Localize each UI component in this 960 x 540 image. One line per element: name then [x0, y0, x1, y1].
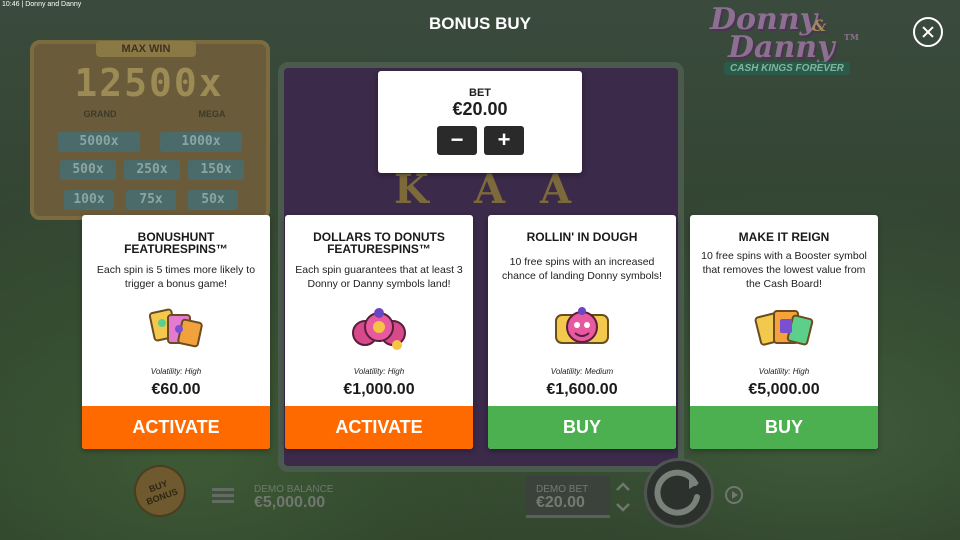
- buy-button[interactable]: BUY: [690, 406, 878, 449]
- reel-symbol: A: [540, 166, 572, 213]
- jackpot-value: 50x: [188, 190, 238, 210]
- jackpot-value: 75x: [126, 190, 176, 210]
- card-title-line1: ROLLIN' IN DOUGH: [526, 230, 638, 244]
- decrease-bet-button[interactable]: −: [437, 126, 477, 155]
- grand-label: GRAND: [83, 109, 117, 119]
- jackpot-value: 500x: [60, 160, 116, 180]
- window-title: 10:46 | Donny and Danny: [2, 1, 82, 8]
- mega-label: MEGA: [198, 109, 226, 119]
- card-title-line2: FEATURESPINS™: [327, 242, 431, 256]
- feature-card-bonushunt: BONUSHUNT FEATURESPINS™ Each spin is 5 t…: [82, 215, 270, 449]
- card-price: €1,600.00: [546, 381, 618, 398]
- bet-label: BET: [469, 87, 491, 99]
- card-title: ROLLIN' IN DOUGH: [496, 231, 668, 243]
- card-price: €60.00: [151, 381, 201, 398]
- card-volatility: Volatility: High: [353, 367, 405, 376]
- demo-bet-box: DEMO BET €20.00: [526, 476, 610, 518]
- spin-button[interactable]: [644, 458, 714, 528]
- feature-card-dollars-to-donuts: DOLLARS TO DONUTS FEATURESPINS™ Each spi…: [285, 215, 473, 449]
- feature-card-make-it-reign: MAKE IT REIGN 10 free spins with a Boost…: [690, 215, 878, 449]
- jackpot-value: 1000x: [160, 132, 242, 152]
- menu-icon[interactable]: [212, 488, 234, 504]
- card-title: DOLLARS TO DONUTS FEATURESPINS™: [293, 231, 465, 255]
- reel-symbol: A: [474, 166, 506, 213]
- card-volatility: Volatility: High: [150, 367, 202, 376]
- increase-bet-button[interactable]: +: [484, 126, 524, 155]
- jackpot-value: 150x: [188, 160, 244, 180]
- feature-card-rollin-in-dough: ROLLIN' IN DOUGH 10 free spins with an i…: [488, 215, 676, 449]
- bet-panel: BET €20.00 − +: [378, 71, 582, 173]
- card-volatility: Volatility: High: [758, 367, 810, 376]
- jackpot-value: 250x: [124, 160, 180, 180]
- bet-value: €20.00: [452, 99, 508, 119]
- autoplay-icon[interactable]: [723, 484, 745, 506]
- activate-button[interactable]: ACTIVATE: [285, 406, 473, 449]
- card-description: Each spin is 5 times more likely to trig…: [96, 264, 256, 290]
- card-title: BONUSHUNT FEATURESPINS™: [90, 231, 262, 255]
- bet-down-chevron-icon[interactable]: [615, 500, 631, 514]
- card-price: €1,000.00: [343, 381, 415, 398]
- reel-symbol: K: [394, 166, 429, 213]
- donny-badge-icon: [555, 307, 609, 344]
- page-title: BONUS BUY: [428, 14, 531, 33]
- jackpot-value: 100x: [64, 190, 114, 210]
- max-win-label: MAX WIN: [96, 41, 196, 57]
- card-description: 10 free spins with an increased chance o…: [502, 256, 662, 282]
- demo-bet-value: €20.00: [536, 494, 585, 511]
- activate-button[interactable]: ACTIVATE: [82, 406, 270, 449]
- card-description: Each spin guarantees that at least 3 Don…: [295, 264, 463, 290]
- card-price: €5,000.00: [748, 381, 820, 398]
- logo-tagline: CASH KINGS FOREVER: [724, 62, 850, 75]
- card-description: 10 free spins with a Booster symbol that…: [701, 250, 867, 290]
- bet-up-chevron-icon[interactable]: [615, 480, 631, 494]
- close-button[interactable]: [913, 17, 943, 47]
- jackpot-value: 5000x: [58, 132, 140, 152]
- donut-coins-icon: [352, 308, 406, 350]
- demo-balance-value: €5,000.00: [254, 494, 326, 511]
- card-title-line2: FEATURESPINS™: [124, 242, 228, 256]
- buy-button[interactable]: BUY: [488, 406, 676, 449]
- card-title: MAKE IT REIGN: [698, 231, 870, 243]
- bonus-cards-icon: [148, 308, 203, 348]
- logo-line2: Danny: [728, 30, 835, 65]
- card-volatility: Volatility: Medium: [550, 367, 614, 376]
- max-win-value: 12500x: [74, 61, 224, 105]
- card-title-line1: MAKE IT REIGN: [738, 230, 830, 244]
- booster-cards-icon: [754, 310, 814, 346]
- spin-arrow-icon: [654, 469, 700, 516]
